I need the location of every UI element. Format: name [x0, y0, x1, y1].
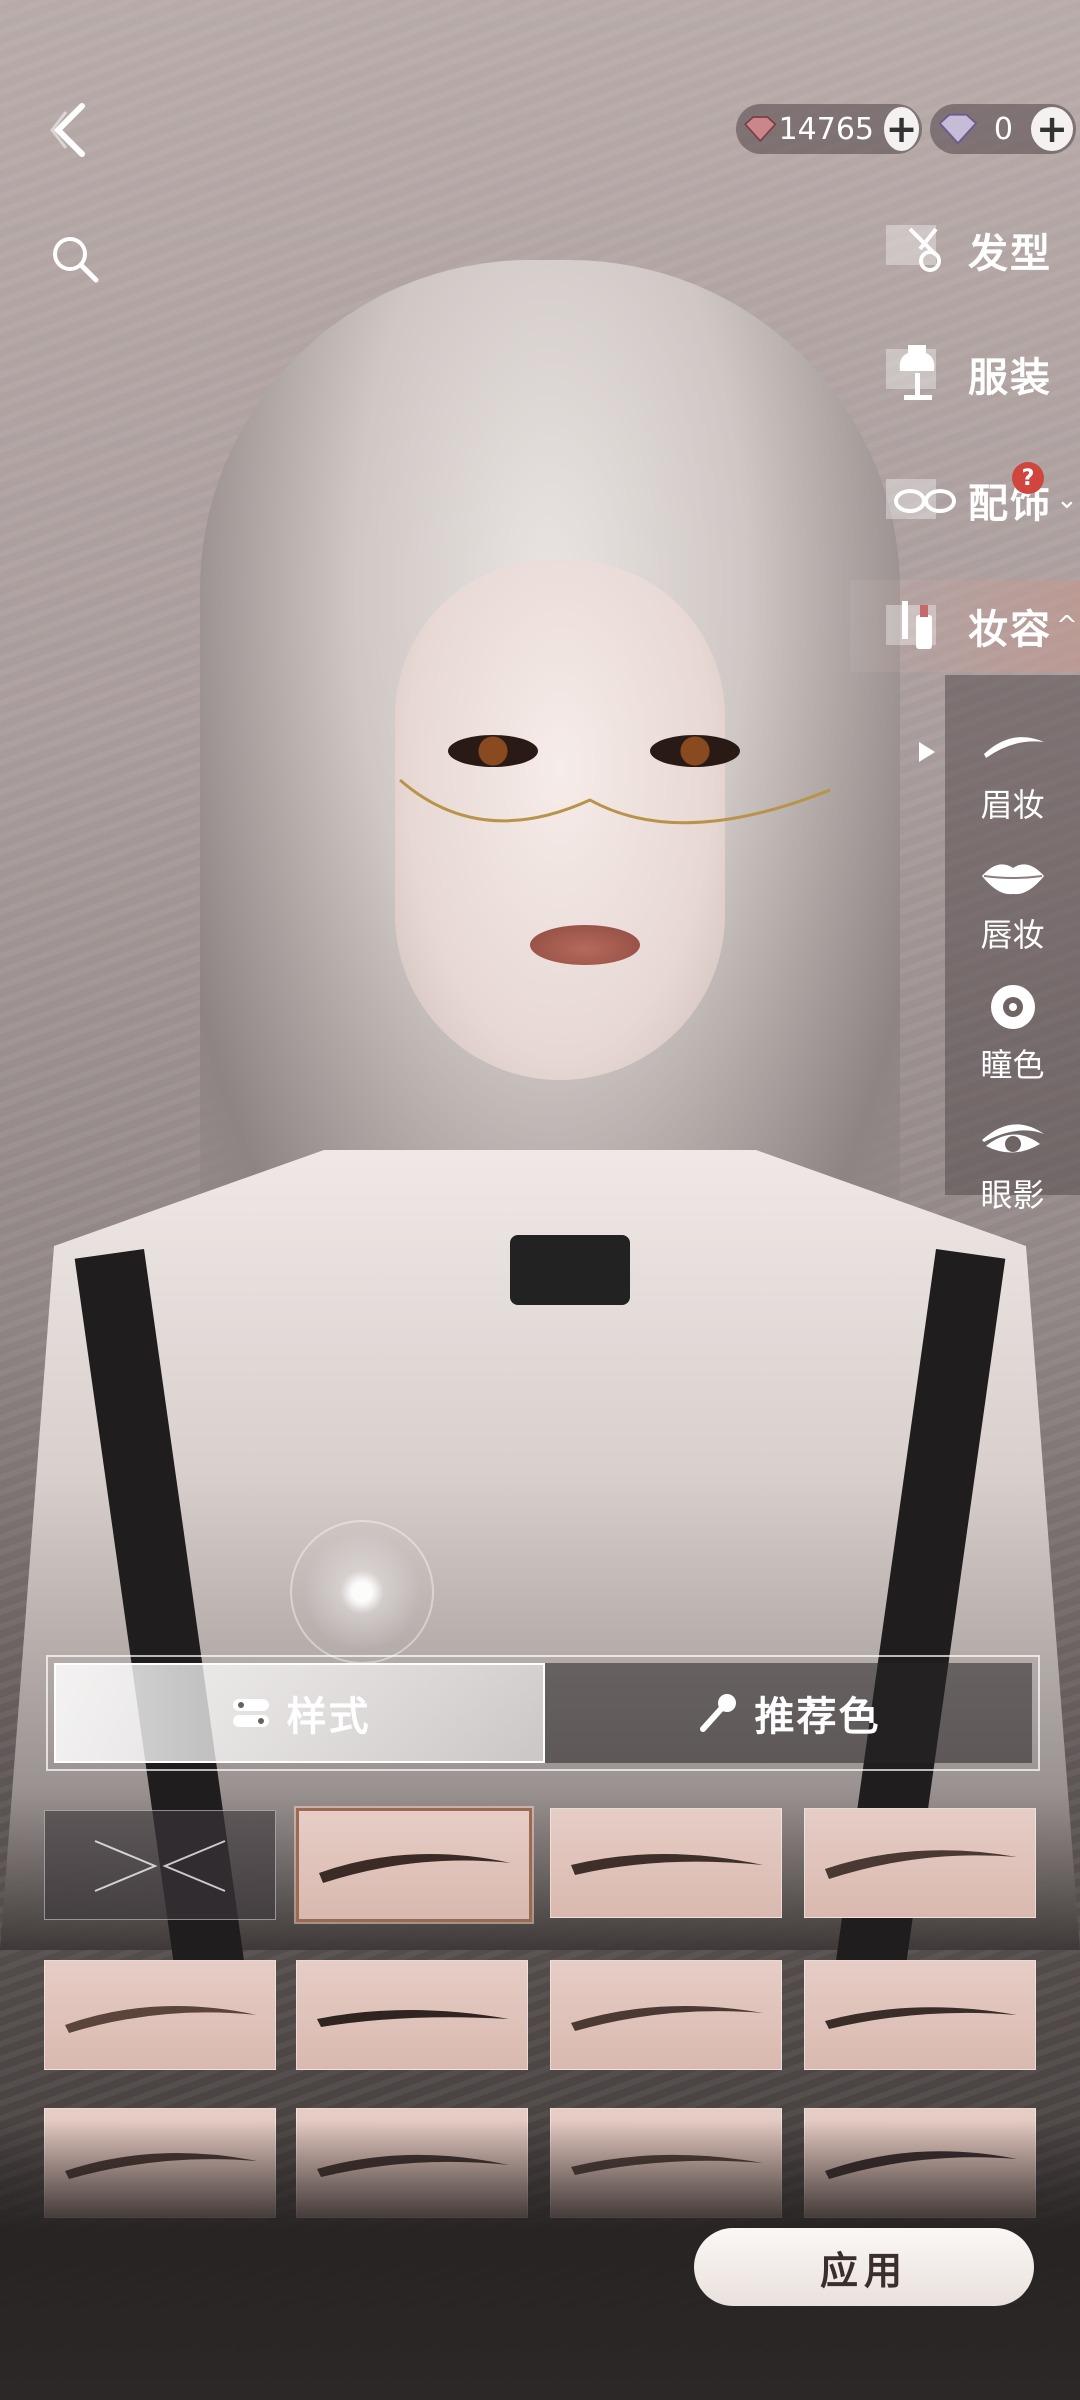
- brush-icon: [699, 1694, 736, 1732]
- style-tabs: 样式 推荐色: [46, 1655, 1040, 1771]
- category-hair[interactable]: 发型: [850, 204, 1080, 296]
- eyebrow-preview: [825, 2007, 1017, 2029]
- glasses-chain: [399, 778, 831, 825]
- search-button[interactable]: [48, 232, 104, 288]
- chevron-down-icon: ⌄: [1056, 485, 1078, 515]
- category-label: 发型: [968, 230, 1052, 277]
- subcategory-label: 眼影: [980, 1176, 1045, 1214]
- eyebrow-option[interactable]: [550, 1960, 782, 2070]
- category-accessories[interactable]: 配饰 ⌄ ?: [850, 454, 1080, 546]
- pupil-icon: [990, 985, 1035, 1029]
- currency-purple-gem: 0 +: [930, 104, 1076, 154]
- hair-scissors-icon: [886, 225, 941, 272]
- eyebrow-icon: [983, 737, 1044, 758]
- eyebrow-preview: [571, 2005, 763, 2031]
- purple-gem-icon: [938, 113, 978, 145]
- subcategory-eyebrow[interactable]: 眉妆: [919, 720, 1080, 850]
- category-makeup[interactable]: 妆容 ^: [850, 580, 1080, 672]
- glasses-icon: [886, 479, 956, 519]
- eyebrow-option[interactable]: [296, 1960, 528, 2070]
- subcategory-label: 唇妆: [980, 916, 1045, 954]
- search-icon: [53, 237, 99, 283]
- currency-amount: 14765: [778, 111, 875, 147]
- eyebrow-option[interactable]: [804, 1960, 1036, 2070]
- character-lips: [530, 925, 640, 965]
- back-arrow-icon: [50, 103, 85, 157]
- chevron-up-icon: ^: [1056, 611, 1078, 641]
- category-label: 服装: [968, 354, 1052, 401]
- tab-recommended-color[interactable]: 推荐色: [545, 1663, 1032, 1763]
- help-badge[interactable]: ?: [1012, 462, 1044, 494]
- tab-label: 推荐色: [754, 1693, 881, 1740]
- eyeshadow-icon: [981, 1124, 1044, 1153]
- plus-icon: +: [1036, 107, 1068, 151]
- eyebrow-preview: [319, 1854, 511, 1883]
- eyebrow-preview: [65, 2006, 257, 2033]
- category-outfit[interactable]: 服装: [850, 328, 1080, 420]
- none-icon: [94, 1840, 226, 1892]
- back-button[interactable]: [48, 100, 98, 160]
- currency-red-gem: 14765 +: [736, 104, 922, 154]
- subcategory-label: 眉妆: [980, 786, 1045, 824]
- red-gem-icon: [744, 116, 777, 143]
- subcategory-pupil[interactable]: 瞳色: [945, 980, 1080, 1110]
- eyebrow-preview: [571, 1854, 763, 1875]
- eyebrow-option-none[interactable]: [44, 1810, 276, 1920]
- subcategory-label: 瞳色: [980, 1046, 1045, 1084]
- category-label: 妆容: [968, 606, 1052, 653]
- eyebrow-option[interactable]: [296, 1808, 532, 1922]
- add-purple-gem-button[interactable]: +: [1031, 107, 1073, 151]
- lips-icon: [981, 864, 1044, 895]
- subcategory-eyeshadow[interactable]: 眼影: [945, 1110, 1080, 1240]
- eyebrow-option[interactable]: [804, 1808, 1036, 1918]
- makeup-icon: [886, 601, 936, 649]
- apply-button[interactable]: 应用: [694, 2228, 1034, 2306]
- eyebrow-preview: [317, 2010, 509, 2027]
- eyebrow-preview: [825, 1850, 1017, 1879]
- selected-indicator: [919, 742, 935, 762]
- collar-buckle: [510, 1235, 630, 1305]
- tab-label: 样式: [286, 1693, 371, 1740]
- tab-style[interactable]: 样式: [54, 1663, 545, 1763]
- subcategory-lips[interactable]: 唇妆: [945, 850, 1080, 980]
- mannequin-icon: [886, 345, 936, 400]
- add-red-gem-button[interactable]: +: [884, 107, 919, 151]
- plus-icon: +: [885, 107, 918, 151]
- currency-amount: 0: [993, 111, 1013, 147]
- eyebrow-option[interactable]: [44, 1960, 276, 2070]
- style-icon: [232, 1699, 269, 1727]
- decorative-light-orb: [290, 1520, 434, 1664]
- eyebrow-option[interactable]: [550, 1808, 782, 1918]
